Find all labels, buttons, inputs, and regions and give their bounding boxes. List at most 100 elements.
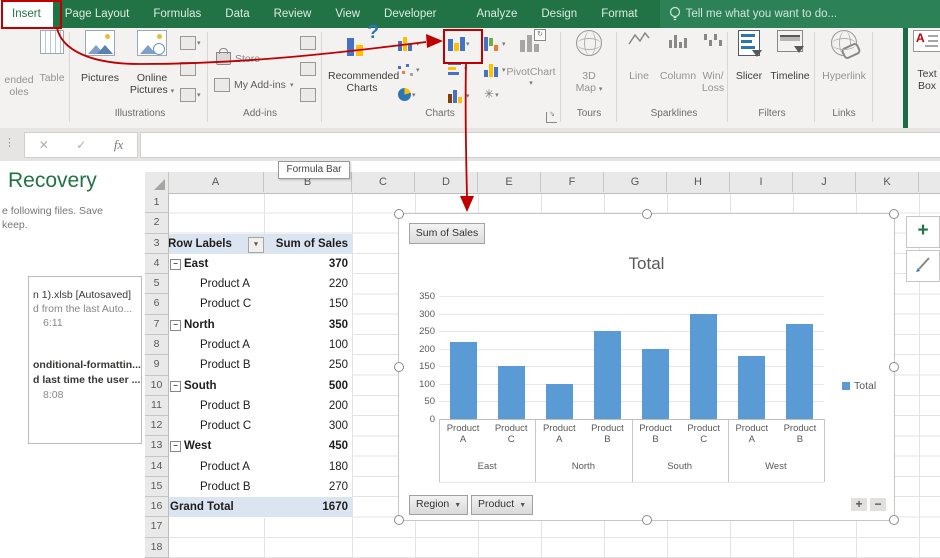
selection-handle[interactable]: [394, 209, 404, 219]
recovered-file-name[interactable]: onditional-formattin...: [33, 359, 141, 371]
bar-product-a-east[interactable]: [450, 342, 477, 419]
insert-pie-chart-button[interactable]: ▾: [398, 88, 416, 101]
filter-dropdown-icon[interactable]: ▾: [248, 237, 264, 253]
column-header-A[interactable]: A: [168, 172, 264, 192]
column-header-J[interactable]: J: [793, 172, 856, 192]
tab-review[interactable]: Review: [262, 0, 324, 28]
pivot-row-value[interactable]: 180: [264, 461, 348, 473]
tab-view[interactable]: View: [323, 0, 372, 28]
pivot-row-value[interactable]: 350: [264, 319, 348, 331]
row-header-12[interactable]: 12: [145, 416, 169, 436]
pivot-row-value[interactable]: 150: [264, 298, 348, 310]
cancel-icon[interactable]: ✕: [39, 138, 49, 152]
row-header-11[interactable]: 11: [145, 396, 169, 416]
chart-expand-button[interactable]: +: [851, 498, 867, 511]
addin-extra-3-button[interactable]: [300, 88, 316, 102]
collapse-icon[interactable]: −: [170, 381, 181, 392]
hyperlink-button[interactable]: Hyperlink: [818, 30, 870, 82]
pivot-row-value[interactable]: 250: [264, 359, 348, 371]
text-box-button[interactable]: A TextBox: [910, 30, 940, 92]
pivot-row-value[interactable]: 500: [264, 380, 348, 392]
chart-field-button-values[interactable]: Sum of Sales: [409, 223, 485, 244]
select-all-button[interactable]: [145, 172, 169, 193]
pivot-row-value[interactable]: 1670: [264, 501, 348, 513]
insert-clustered-column-button[interactable]: ▾: [448, 36, 470, 51]
smartart-button[interactable]: [180, 62, 196, 76]
tab-format[interactable]: Format: [589, 0, 649, 28]
column-header-G[interactable]: G: [604, 172, 667, 192]
tab-page-layout[interactable]: Page Layout: [53, 0, 142, 28]
timeline-button[interactable]: Timeline: [768, 30, 812, 82]
chart-collapse-button[interactable]: −: [870, 498, 886, 511]
recommended-charts-button[interactable]: ? RecommendedCharts: [328, 30, 396, 94]
3d-map-button[interactable]: 3DMap ▾: [566, 30, 612, 96]
addin-extra-2-button[interactable]: [300, 62, 316, 76]
column-header-E[interactable]: E: [478, 172, 541, 192]
insert-column-chart-button[interactable]: ▾: [398, 36, 420, 51]
chart-field-button-product[interactable]: Product▼: [471, 495, 533, 515]
formula-bar-grip[interactable]: ⋮: [4, 136, 14, 149]
sparkline-column-button[interactable]: Column: [658, 30, 698, 82]
insert-histogram-chart-button[interactable]: ▾: [484, 62, 506, 77]
chart-legend[interactable]: Total: [842, 380, 876, 392]
sparkline-winloss-button[interactable]: Win/Loss: [698, 30, 728, 94]
column-header-I[interactable]: I: [730, 172, 793, 192]
tell-me-box[interactable]: Tell me what you want to do...: [660, 0, 940, 28]
insert-function-icon[interactable]: fx: [114, 137, 123, 153]
row-header-16[interactable]: 16: [145, 497, 169, 517]
pivot-row-label[interactable]: Grand Total: [168, 501, 266, 513]
table-button[interactable]: Table: [36, 30, 68, 84]
bar-product-b-south[interactable]: [642, 349, 669, 419]
bar-product-b-north[interactable]: [594, 331, 621, 419]
pictures-button[interactable]: Pictures: [74, 30, 126, 84]
bar-product-c-south[interactable]: [690, 314, 717, 419]
row-header-3[interactable]: 3: [145, 234, 169, 254]
tab-analyze[interactable]: Analyze: [464, 0, 529, 28]
tab-design[interactable]: Design: [529, 0, 589, 28]
tab-data[interactable]: Data: [213, 0, 261, 28]
online-pictures-button[interactable]: OnlinePictures ▾: [128, 30, 176, 98]
row-header-6[interactable]: 6: [145, 294, 169, 314]
insert-scatter-chart-button[interactable]: ▾: [398, 62, 420, 77]
pivot-row-value[interactable]: 200: [264, 400, 348, 412]
selection-handle[interactable]: [394, 362, 404, 372]
row-header-18[interactable]: 18: [145, 538, 169, 558]
pivot-row-value[interactable]: 370: [264, 258, 348, 270]
tab-insert[interactable]: Insert: [0, 0, 53, 28]
pivot-row-value[interactable]: 100: [264, 339, 348, 351]
chart-field-button-region[interactable]: Region▼: [409, 495, 468, 515]
column-header-C[interactable]: C: [352, 172, 415, 192]
collapse-icon[interactable]: −: [170, 441, 181, 452]
insert-radar-chart-button[interactable]: ✳▾: [484, 88, 499, 101]
selection-handle[interactable]: [642, 209, 652, 219]
pivot-row-label[interactable]: −North: [168, 319, 266, 331]
column-header-D[interactable]: D: [415, 172, 478, 192]
recommended-pivottables-button[interactable]: endedoles: [0, 30, 38, 98]
pivot-row-value[interactable]: 220: [264, 278, 348, 290]
tab-formulas[interactable]: Formulas: [141, 0, 213, 28]
bar-product-c-east[interactable]: [498, 366, 525, 419]
charts-dialog-launcher[interactable]: ⇘: [546, 112, 557, 123]
selection-handle[interactable]: [889, 515, 899, 525]
tab-developer[interactable]: Developer: [372, 0, 448, 28]
row-header-7[interactable]: 7: [145, 315, 169, 335]
shapes-button[interactable]: ▾: [180, 36, 201, 50]
pivot-row-label[interactable]: −East: [168, 258, 266, 270]
chart-title[interactable]: Total: [399, 254, 894, 274]
insert-stock-chart-button[interactable]: ▾: [448, 88, 470, 103]
row-header-4[interactable]: 4: [145, 254, 169, 274]
collapse-icon[interactable]: −: [170, 259, 181, 270]
row-header-15[interactable]: 15: [145, 477, 169, 497]
selection-handle[interactable]: [889, 362, 899, 372]
insert-bar-chart-button[interactable]: ▾: [448, 62, 468, 75]
recovered-file-name[interactable]: n 1).xlsb [Autosaved]: [33, 289, 131, 301]
row-header-10[interactable]: 10: [145, 376, 169, 396]
row-header-17[interactable]: 17: [145, 517, 169, 537]
addin-extra-1-button[interactable]: [300, 36, 316, 50]
row-header-1[interactable]: 1: [145, 193, 169, 213]
pivot-row-value[interactable]: 300: [264, 420, 348, 432]
row-header-9[interactable]: 9: [145, 355, 169, 375]
screenshot-button[interactable]: ▾: [180, 88, 201, 102]
row-header-14[interactable]: 14: [145, 457, 169, 477]
pivot-row-value[interactable]: 450: [264, 440, 348, 452]
